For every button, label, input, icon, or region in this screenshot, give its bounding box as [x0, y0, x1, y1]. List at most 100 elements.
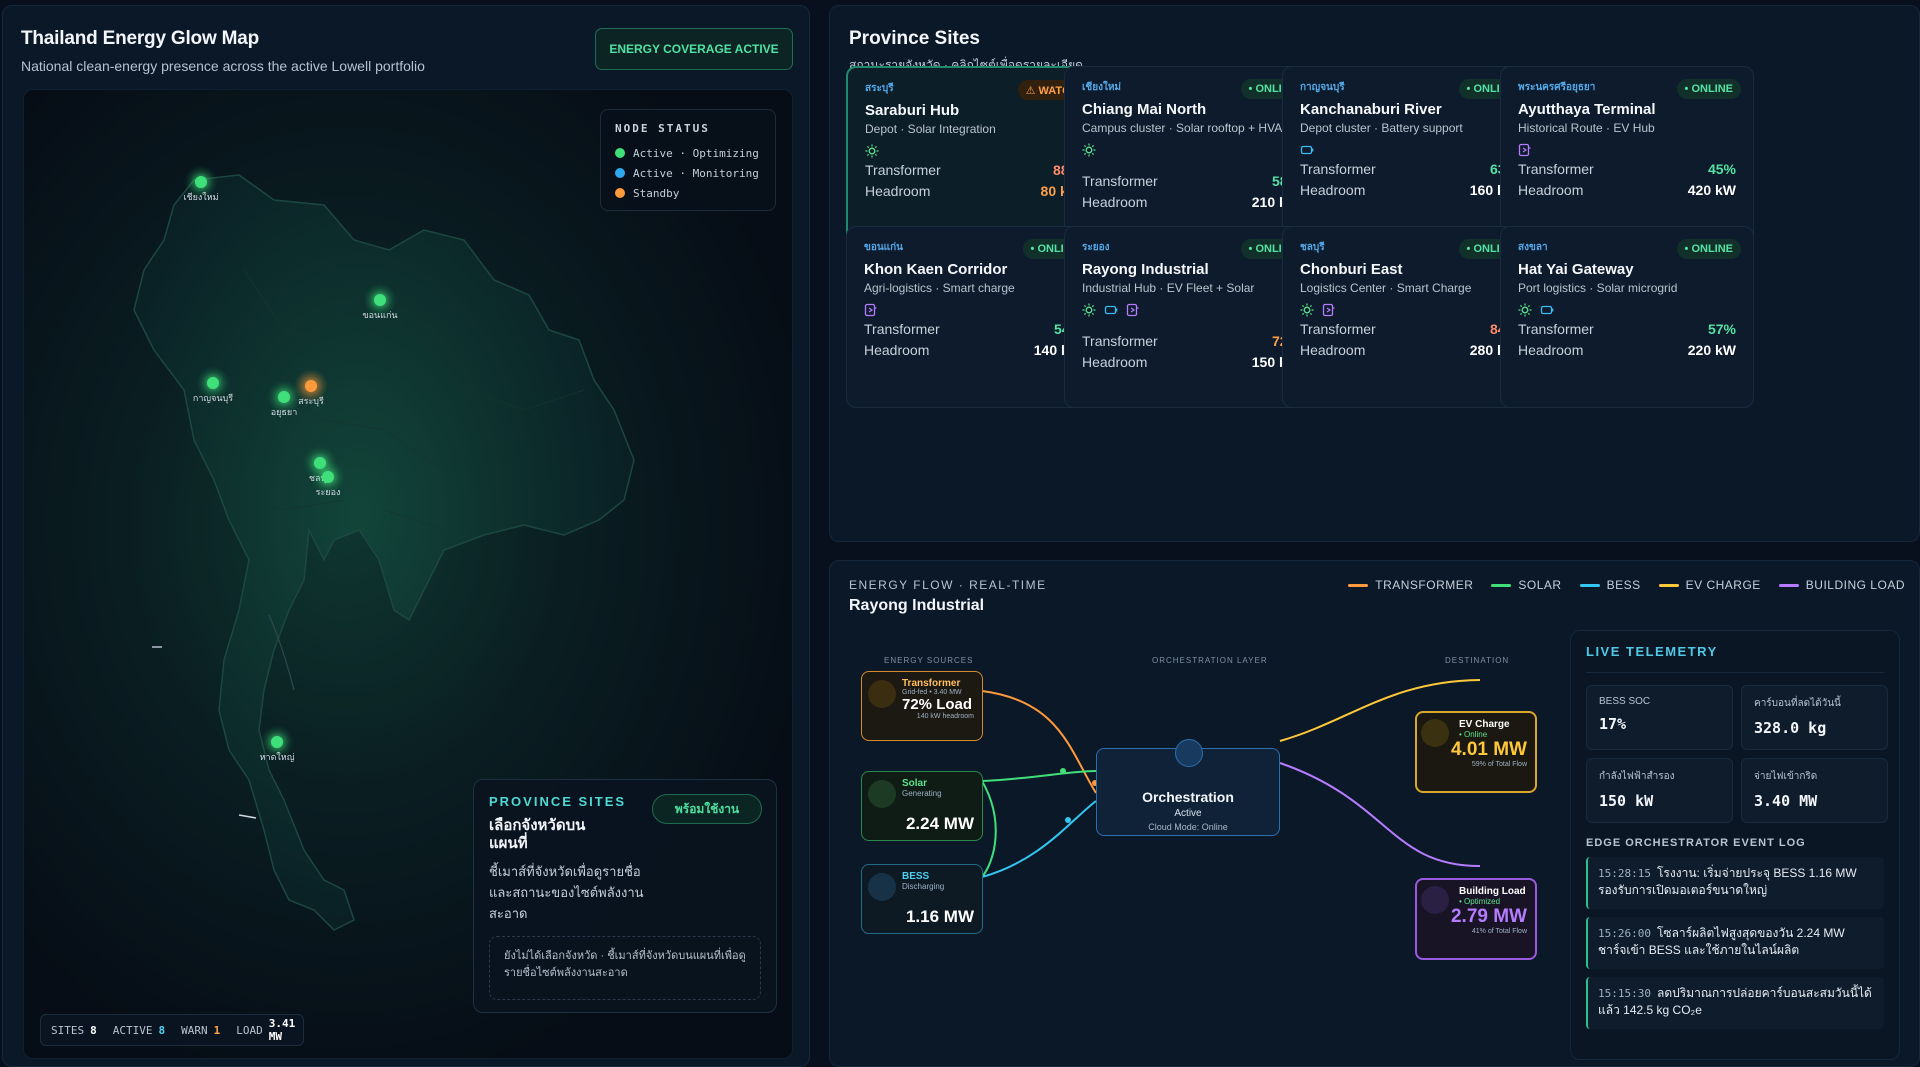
- event-log-item: 15:28:15 โรงงาน: เริ่มจ่ายประจุ BESS 1.16…: [1586, 857, 1884, 909]
- bess-node[interactable]: BESS Discharging 1.16 MW: [861, 864, 983, 934]
- site-asset-icons: [865, 144, 1081, 163]
- solar-sub: Generating: [902, 789, 942, 798]
- headroom-row: Headroom 80 kW: [865, 183, 1081, 199]
- site-description: Depot cluster · Battery support: [1300, 121, 1463, 135]
- site-asset-icons: [1300, 144, 1518, 160]
- battery-icon: [1300, 143, 1314, 162]
- telemetry-title: LIVE TELEMETRY: [1586, 644, 1718, 659]
- site-name: Kanchanaburi River: [1300, 101, 1442, 118]
- building-load-node[interactable]: Building Load • Optimized 2.79 MW 41% of…: [1415, 878, 1537, 960]
- province-card-body: ชี้เมาส์ที่จังหวัดเพื่อดูรายชื่อและสถานะ…: [489, 864, 644, 921]
- bess-swatch: [1579, 583, 1600, 587]
- sun-icon: [1082, 143, 1096, 162]
- ev-plug-icon: [864, 303, 878, 322]
- battery-icon: [1540, 303, 1554, 322]
- legend-standby: Standby: [615, 183, 761, 203]
- map-dash-2: [238, 814, 257, 819]
- site-asset-icons: [1518, 143, 1736, 160]
- ev-sub: • Online: [1459, 730, 1488, 739]
- blue-dot-icon: [615, 168, 625, 178]
- building-note: 41% of Total Flow: [1471, 928, 1527, 935]
- ev-plug-icon: [1322, 303, 1336, 322]
- site-name: Chiang Mai North: [1082, 101, 1207, 118]
- headroom-row: Headroom 150 kW: [1082, 354, 1300, 370]
- site-description: Agri-logistics · Smart charge: [864, 281, 1015, 295]
- site-name: Chonburi East: [1300, 261, 1403, 278]
- sun-icon: [1518, 303, 1532, 322]
- active-label: ACTIVE: [112, 1023, 153, 1037]
- transformer-row: Transformer72%: [1082, 333, 1300, 349]
- transformer-sub: Grid-fed • 3.40 MW: [902, 689, 962, 696]
- event-log-item: 15:15:30 ลดปริมาณการปล่อยคาร์บอนสะสมวันนี…: [1586, 977, 1884, 1029]
- orchestration-node[interactable]: Orchestration Active Cloud Mode: Online: [1096, 739, 1280, 836]
- map-subtitle: National clean-energy presence across th…: [21, 58, 425, 74]
- sun-icon: [1082, 303, 1096, 322]
- sites-label: SITES: [51, 1023, 85, 1037]
- province-sites-panel: Province Sites สถานะรายจังหวัด · คลิกไซต…: [829, 5, 1920, 542]
- thailand-map[interactable]: NODE STATUS Active · Optimizing Active ·…: [23, 89, 793, 1059]
- site-card[interactable]: เชียงใหม่ • ONLINE Chiang Mai North Campus …: [1064, 66, 1318, 248]
- telemetry-carbon-saved: คาร์บอนที่ลดได้วันนี้ 328.0 kg: [1741, 685, 1888, 750]
- transformer-node[interactable]: Transformer Grid-fed • 3.40 MW 72% Load …: [861, 671, 983, 741]
- province-sites-card: PROVINCE SITES พร้อมใช้งาน เลือกจังหวัดบ…: [473, 779, 777, 1013]
- site-name: Hat Yai Gateway: [1518, 261, 1634, 278]
- site-card[interactable]: สระบุรี ⚠ WATCH Saraburi Hub Depot · Solar …: [846, 66, 1100, 248]
- orchestration-status: Active: [1174, 808, 1202, 819]
- site-description: Logistics Center · Smart Charge: [1300, 281, 1472, 295]
- bess-title: BESS: [902, 871, 930, 882]
- site-description: Depot · Solar Integration: [865, 122, 996, 136]
- headroom-row: Headroom 160 kW: [1300, 182, 1518, 198]
- map-panel: Thailand Energy Glow Map National clean-…: [2, 5, 810, 1067]
- site-card[interactable]: พระนครศรีอยุธยา • ONLINE Ayutthaya Termina…: [1500, 66, 1754, 248]
- site-card[interactable]: ขอนแก่น • ONLINE Khon Kaen Corridor Agri-lo…: [846, 226, 1100, 408]
- solar-node[interactable]: Solar Generating 2.24 MW: [861, 771, 983, 841]
- ev-charge-node[interactable]: EV Charge • Online 4.01 MW 59% of Total …: [1415, 711, 1537, 793]
- sites-title: Province Sites: [849, 28, 980, 49]
- building-icon: [1421, 886, 1449, 914]
- site-card[interactable]: สงขลา • ONLINE Hat Yai Gateway Port logisti…: [1500, 226, 1754, 408]
- map-stats-bar: SITES 8 ACTIVE 8 WARN 1 LOAD 3.41 MW: [40, 1014, 304, 1046]
- sun-icon: [865, 144, 879, 163]
- legend-building-load: BUILDING LOAD: [1778, 578, 1905, 592]
- telemetry-bess-soc: BESS SOC 17%: [1586, 685, 1733, 750]
- site-asset-icons: [864, 303, 1082, 322]
- event-log-title: EDGE ORCHESTRATOR EVENT LOG: [1586, 837, 1806, 849]
- site-card[interactable]: กาญจนบุรี • ONLINE Kanchanaburi River Depot…: [1282, 66, 1536, 248]
- energy-coverage-button[interactable]: ENERGY COVERAGE ACTIVE: [595, 28, 793, 70]
- load-value: 3.41 MW: [268, 1017, 296, 1043]
- battery-icon: [1104, 303, 1118, 322]
- node-status-legend: NODE STATUS Active · Optimizing Active ·…: [600, 109, 776, 211]
- legend-monitoring: Active · Monitoring: [615, 163, 761, 183]
- site-name: Rayong Industrial: [1082, 261, 1209, 278]
- legend-ev-charge: EV CHARGE: [1658, 578, 1761, 592]
- energy-flow-panel: ENERGY FLOW · REAL-TIME Rayong Industria…: [829, 560, 1920, 1067]
- warn-count: 1: [213, 1023, 221, 1037]
- status-badge: • ONLINE: [1676, 79, 1741, 99]
- site-description: Historical Route · EV Hub: [1518, 121, 1655, 135]
- site-asset-icons: [1300, 303, 1518, 322]
- site-card[interactable]: ระยอง • ONLINE Rayong Industrial Industrial…: [1064, 226, 1318, 408]
- ev-plug-icon: [1126, 303, 1140, 322]
- transformer-row: Transformer84%: [1300, 321, 1518, 337]
- building-swatch: [1778, 583, 1799, 587]
- site-asset-icons: [1518, 303, 1736, 322]
- solar-panel-icon: [868, 780, 896, 808]
- map-dash-1: [152, 646, 162, 648]
- node-status-title: NODE STATUS: [615, 122, 710, 135]
- headroom-row: Headroom 280 kW: [1300, 342, 1518, 358]
- orchestration-mode: Cloud Mode: Online: [1148, 822, 1228, 832]
- legend-optimizing: Active · Optimizing: [615, 143, 761, 163]
- site-description: Port logistics · Solar microgrid: [1518, 281, 1678, 295]
- ev-note: 59% of Total Flow: [1471, 761, 1527, 768]
- sun-icon: [1300, 303, 1314, 322]
- province-card-hint: ยังไม่ได้เลือกจังหวัด · ชี้เมาส์ที่จังหว…: [489, 936, 761, 1000]
- headroom-row: Headroom 210 kW: [1082, 194, 1300, 210]
- transformer-note: 140 kW headroom: [916, 713, 974, 720]
- transformer-row: Transformer58%: [1082, 173, 1300, 189]
- orange-dot-icon: [615, 188, 625, 198]
- site-card[interactable]: ชลบุรี • ONLINE Chonburi East Logistics Cen…: [1282, 226, 1536, 408]
- building-sub: • Optimized: [1459, 897, 1501, 906]
- headroom-row: Headroom 140 kW: [864, 342, 1082, 358]
- ready-badge: พร้อมใช้งาน: [652, 794, 762, 824]
- site-name: Saraburi Hub: [865, 102, 960, 119]
